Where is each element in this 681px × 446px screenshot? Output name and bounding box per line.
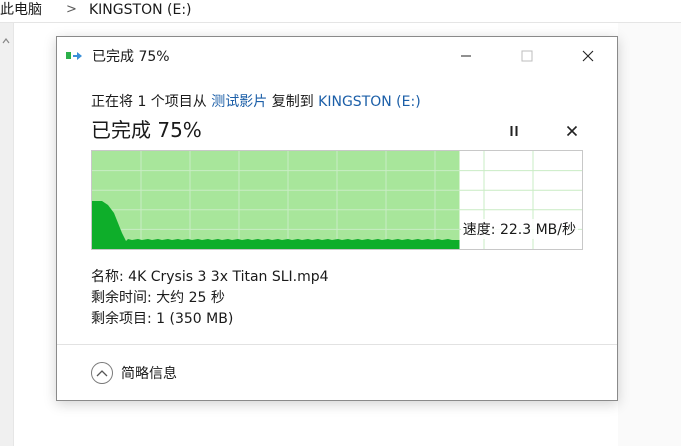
minimize-button[interactable] — [443, 37, 489, 75]
cancel-button[interactable] — [560, 119, 584, 143]
progress-fill — [92, 151, 460, 249]
breadcrumb-separator-icon: > — [66, 2, 77, 17]
dialog-titlebar[interactable]: 已完成 75% — [57, 37, 617, 75]
destination-drive-link[interactable]: KINGSTON (E:) — [318, 94, 421, 110]
chevron-up-icon — [96, 370, 108, 377]
copy-progress-icon — [66, 52, 82, 60]
details-chevron-circle — [91, 362, 113, 384]
details-label: 简略信息 — [121, 366, 177, 382]
explorer-content-edge — [618, 23, 681, 446]
cancel-icon — [566, 125, 578, 137]
copy-middle: 复制到 — [267, 94, 319, 110]
dialog-divider — [57, 344, 617, 345]
breadcrumb-this-pc[interactable]: 此电脑 — [0, 0, 42, 20]
close-button[interactable] — [565, 37, 611, 75]
maximize-button[interactable] — [504, 37, 550, 75]
copy-prefix: 正在将 1 个项目从 — [91, 94, 212, 110]
scroll-up-icon[interactable] — [2, 37, 10, 45]
copy-progress-dialog: 已完成 75% 正在将 1 个项目从 测试影片 复制到 KINGSTON (E:… — [56, 36, 618, 401]
dialog-title: 已完成 75% — [92, 49, 170, 65]
maximize-icon — [521, 50, 533, 62]
items-remaining: 剩余项目: 1 (350 MB) — [91, 311, 234, 327]
pause-button[interactable] — [502, 119, 526, 143]
source-folder-link[interactable]: 测试影片 — [211, 94, 267, 110]
file-name: 名称: 4K Crysis 3 3x Titan SLI.mp4 — [91, 269, 329, 285]
speed-label: 速度: 22.3 MB/秒 — [460, 219, 578, 239]
breadcrumb-drive[interactable]: KINGSTON (E:) — [89, 0, 192, 20]
time-remaining: 剩余时间: 大约 25 秒 — [91, 290, 225, 306]
minimize-icon — [461, 55, 471, 57]
close-icon — [582, 50, 594, 62]
explorer-scrollbar[interactable] — [0, 23, 14, 446]
progress-heading: 已完成 75% — [91, 118, 202, 142]
pause-icon — [510, 126, 518, 136]
transfer-speed-graph: 速度: 22.3 MB/秒 — [91, 150, 583, 250]
explorer-address-bar[interactable]: 此电脑 > KINGSTON (E:) — [0, 0, 681, 23]
fewer-details-button[interactable]: 简略信息 — [91, 360, 177, 386]
copy-description: 正在将 1 个项目从 测试影片 复制到 KINGSTON (E:) — [91, 91, 421, 111]
